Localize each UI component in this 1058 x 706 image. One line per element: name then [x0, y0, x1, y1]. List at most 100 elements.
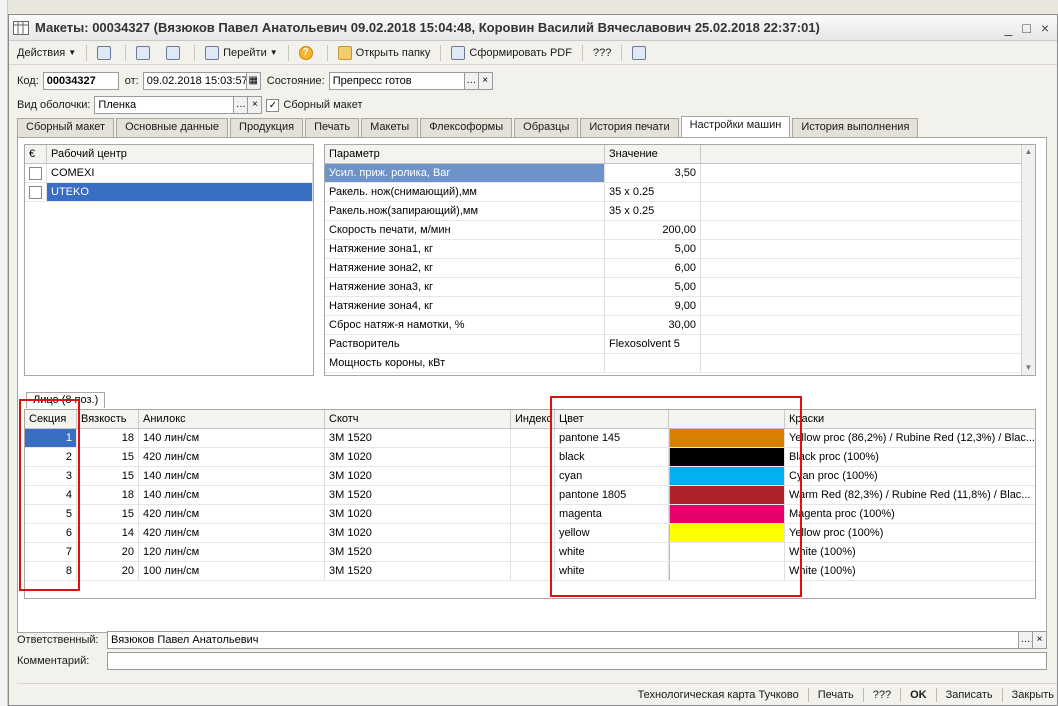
workcenter-row[interactable]: COMEXI [25, 164, 313, 183]
workcenter-checkbox[interactable] [29, 167, 42, 180]
section-row[interactable]: 4 18 140 лин/см 3M 1520 pantone 1805 Warm Red… [25, 486, 1035, 505]
param-row[interactable]: Усил. приж. ролика, Bar 3,50 [325, 164, 1035, 183]
workcenter-checkbox[interactable] [29, 186, 42, 199]
tab-item[interactable]: История печати [580, 118, 679, 137]
goto-menu[interactable]: Перейти ▼ [201, 44, 282, 62]
clear-icon[interactable]: × [1033, 631, 1047, 649]
param-value[interactable]: 5,00 [605, 240, 701, 258]
param-row[interactable]: Ракель. нож(снимающий),мм 35 x 0.25 [325, 183, 1035, 202]
tab-item[interactable]: Образцы [514, 118, 579, 137]
sections-grid-header: Секция Вязкость Анилокс Скотч Индекс Цве… [25, 410, 1035, 429]
section-row[interactable]: 2 15 420 лин/см 3M 1020 black Black proc (100… [25, 448, 1035, 467]
param-value[interactable]: 6,00 [605, 259, 701, 277]
tab-item[interactable]: Продукция [230, 118, 304, 137]
ok-button[interactable]: OK [907, 687, 930, 703]
shell-field[interactable]: Пленка [94, 96, 235, 114]
make-pdf-button[interactable]: Сформировать PDF [447, 44, 576, 62]
help-button[interactable]: ? [295, 44, 321, 62]
section-row[interactable]: 6 14 420 лин/см 3M 1020 yellow Yellow proc (1… [25, 524, 1035, 543]
scroll-down-icon[interactable]: ▼ [1022, 361, 1035, 375]
actions-menu[interactable]: Действия ▼ [13, 44, 80, 62]
select-button[interactable]: … [234, 96, 249, 114]
workcenter-row[interactable]: UTEKO [25, 183, 313, 202]
select-button[interactable]: … [464, 72, 479, 90]
param-value[interactable]: 3,50 [605, 164, 701, 182]
date-field[interactable]: 09.02.2018 15:03:57 [142, 72, 247, 90]
section-header: Секция [25, 410, 77, 428]
code-field[interactable]: 00034327 [42, 72, 119, 90]
face-tab[interactable]: Лицо (8 поз.) [26, 392, 106, 408]
print-button[interactable]: Печать [815, 687, 857, 703]
param-value[interactable]: 5,00 [605, 278, 701, 296]
section-index-cell [511, 524, 555, 542]
param-value[interactable]: Flexosolvent 5 [605, 335, 701, 353]
section-inks-cell: Black proc (100%) [789, 451, 879, 463]
param-value[interactable]: 35 x 0.25 [605, 202, 701, 220]
section-anilox-cell: 140 лин/см [139, 467, 325, 485]
open-folder-button[interactable]: Открыть папку [334, 44, 435, 62]
calendar-icon[interactable]: ▦ [246, 72, 261, 90]
param-row[interactable]: Сброс натяж-я намотки, % 30,00 [325, 316, 1035, 335]
assembled-checkbox[interactable]: ✓ [266, 98, 280, 112]
scroll-up-icon[interactable]: ▲ [1022, 145, 1035, 159]
calculator-button[interactable] [628, 44, 654, 62]
section-row[interactable]: 5 15 420 лин/см 3M 1020 magenta Magenta proc … [25, 505, 1035, 524]
tab-item[interactable]: Основные данные [116, 118, 229, 137]
clear-icon[interactable]: × [478, 72, 493, 90]
section-row[interactable]: 7 20 120 лин/см 3M 1520 white White (100%) [25, 543, 1035, 562]
tab-item[interactable]: Настройки машин [680, 116, 791, 137]
param-value[interactable]: 200,00 [605, 221, 701, 239]
param-row[interactable]: Натяжение зона2, кг 6,00 [325, 259, 1035, 278]
param-row[interactable]: Натяжение зона3, кг 5,00 [325, 278, 1035, 297]
section-viscosity-cell: 18 [77, 429, 139, 447]
section-index-cell [511, 505, 555, 523]
toolbar-separator [621, 44, 623, 61]
tab-item[interactable]: Печать [305, 118, 360, 137]
param-value[interactable]: 30,00 [605, 316, 701, 334]
goto-icon [205, 45, 220, 60]
responsible-label: Ответственный: [17, 634, 99, 646]
param-row[interactable]: Растворитель Flexosolvent 5 [325, 335, 1035, 354]
section-inks-cell: Yellow proc (86,2%) / Rubine Red (12,3%)… [789, 432, 1035, 444]
tab-item[interactable]: Флексоформы [420, 118, 513, 137]
section-viscosity-cell: 14 [77, 524, 139, 542]
assembled-label: Сборный макет [283, 99, 363, 111]
tab-item[interactable]: Сборный макет [17, 118, 115, 137]
techcard-button[interactable]: Технологическая карта Тучково [635, 687, 802, 703]
comment-field[interactable] [107, 652, 1047, 670]
minimize-icon[interactable]: _ [1005, 20, 1013, 36]
clear-icon[interactable]: × [248, 96, 263, 114]
section-row[interactable]: 1 18 140 лин/см 3M 1520 pantone 145 Yellow pr… [25, 429, 1035, 448]
responsible-field[interactable]: Вязюков Павел Анатольевич [107, 631, 1019, 649]
param-row[interactable]: Мощность короны, кВт [325, 354, 1035, 373]
close-icon[interactable]: × [1041, 20, 1049, 36]
background-window-edge [0, 0, 8, 706]
refresh-button[interactable] [132, 44, 158, 62]
save-button[interactable]: Записать [943, 687, 996, 703]
section-row[interactable]: 8 20 100 лин/см 3M 1520 white White (100%) [25, 562, 1035, 581]
tab-item[interactable]: Макеты [361, 118, 419, 137]
qqq-bottom-button[interactable]: ??? [870, 687, 894, 703]
param-row[interactable]: Ракель.нож(запирающий),мм 35 x 0.25 [325, 202, 1035, 221]
copy-button[interactable] [162, 44, 188, 62]
state-field[interactable]: Препресс готов [328, 72, 465, 90]
param-value[interactable]: 35 x 0.25 [605, 183, 701, 201]
param-value[interactable] [605, 354, 701, 372]
section-row[interactable]: 3 15 140 лин/см 3M 1020 cyan Cyan proc (100%) [25, 467, 1035, 486]
param-name: Мощность короны, кВт [325, 354, 605, 372]
close-button[interactable]: Закрыть [1009, 687, 1057, 703]
copy-icon [166, 45, 181, 60]
param-row[interactable]: Натяжение зона1, кг 5,00 [325, 240, 1035, 259]
param-row[interactable]: Скорость печати, м/мин 200,00 [325, 221, 1035, 240]
qqq-button[interactable]: ??? [589, 44, 615, 62]
params-scrollbar[interactable]: ▲ ▼ [1021, 145, 1035, 375]
bottom-separator [935, 687, 937, 702]
section-section-cell: 2 [25, 448, 77, 466]
maximize-icon[interactable]: □ [1022, 20, 1030, 36]
nav-back-button[interactable] [93, 44, 119, 62]
param-row[interactable]: Натяжение зона4, кг 9,00 [325, 297, 1035, 316]
section-color-cell: cyan [555, 467, 669, 485]
select-button[interactable]: … [1019, 631, 1033, 649]
tab-item[interactable]: История выполнения [792, 118, 919, 137]
param-value[interactable]: 9,00 [605, 297, 701, 315]
